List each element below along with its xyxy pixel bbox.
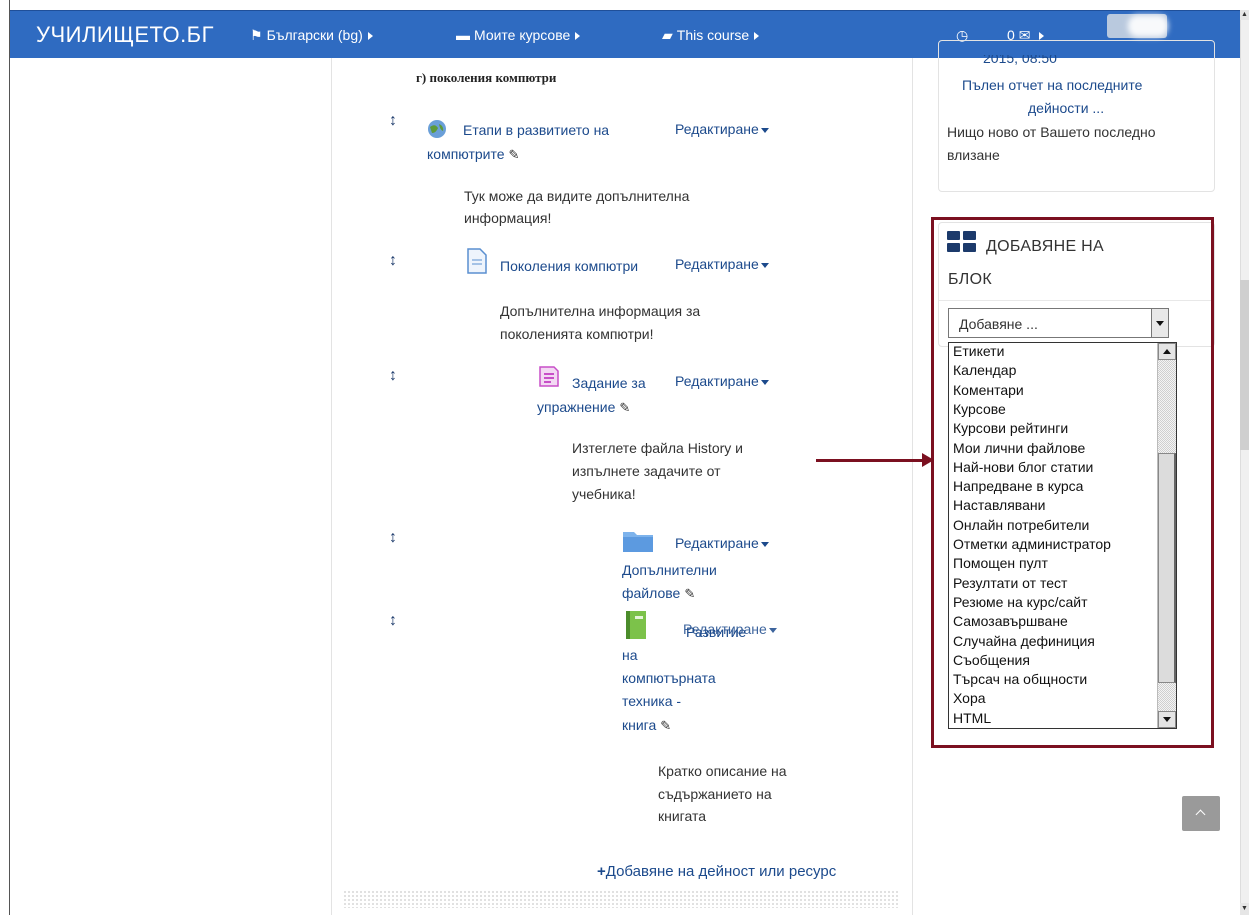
add-activity-link[interactable]: +Добавяне на дейност или ресурс <box>597 862 836 881</box>
my-courses-label: Моите курсове <box>474 27 571 43</box>
screen: УЧИЛИЩЕТО.БГ ⚑ Български (bg) ▬ Моите курс… <box>0 0 1249 915</box>
section-heading: г) поколения компютри <box>416 70 557 85</box>
caret-down-icon <box>768 627 777 633</box>
recent-date: 2015, 08:50 <box>983 55 1057 66</box>
briefcase-icon: ▬ <box>456 27 470 43</box>
this-course-label: This course <box>676 27 750 43</box>
window-scroll-down-button[interactable]: ▼ <box>1240 903 1249 915</box>
activity-4-title-text: файлове <box>622 585 681 601</box>
activity-3-desc-line2: изпълнете задачите от <box>572 463 721 479</box>
activity-3-desc-line3: учебника! <box>572 486 636 502</box>
activity-2-desc-line2: поколенията компютри! <box>500 326 654 342</box>
flag-icon: ⚑ <box>250 27 263 43</box>
username-blurred <box>1128 15 1168 37</box>
my-courses-menu[interactable]: ▬ Моите курсове <box>456 27 581 43</box>
activity-4-title-line1[interactable]: Допълнителни <box>622 561 717 580</box>
edit-menu-1[interactable]: Редактиране <box>675 121 769 137</box>
folder-icon <box>623 532 653 552</box>
activity-1-desc-line1: Тук може да видите допълнителна <box>464 188 690 204</box>
activity-5-desc-line3: книгата <box>658 808 706 824</box>
pencil-icon[interactable]: ✎ <box>684 584 695 603</box>
full-report-link-line1[interactable]: Пълен отчет на последните <box>962 76 1142 95</box>
activity-3-title-line2[interactable]: упражнение ✎ <box>537 398 630 417</box>
edit-menu-5[interactable]: Редактиране <box>683 621 777 637</box>
activity-2-title[interactable]: Поколения компютри <box>500 257 638 276</box>
activity-2-desc-line1: Допълнителна информация за <box>500 303 701 319</box>
activity-5-title-line4[interactable]: техника - <box>622 692 681 711</box>
edit-label: Редактиране <box>683 621 767 637</box>
pencil-icon[interactable]: ✎ <box>660 716 671 735</box>
globe-url-icon <box>428 120 446 138</box>
assignment-icon <box>539 366 559 387</box>
move-icon[interactable]: ↕ <box>389 112 397 130</box>
move-icon[interactable]: ↕ <box>389 367 397 385</box>
activity-1-desc-line2: информация! <box>464 210 552 226</box>
book-icon: ▰ <box>662 27 673 43</box>
annotation-highlight-box <box>931 217 1214 748</box>
book-icon <box>626 611 646 639</box>
language-label: Български (bg) <box>266 27 363 43</box>
language-menu[interactable]: ⚑ Български (bg) <box>250 27 373 44</box>
caret-down-icon <box>760 541 769 547</box>
move-icon[interactable]: ↕ <box>389 529 397 547</box>
caret-right-icon <box>367 32 373 41</box>
activity-5-desc-line1: Кратко описание на <box>658 763 787 779</box>
window-scrollbar-thumb[interactable] <box>1240 280 1249 450</box>
plus-icon: + <box>597 863 606 880</box>
window-scroll-up-button[interactable]: ▲ <box>1240 10 1249 20</box>
add-activity-label: Добавяне на дейност или ресурс <box>605 863 837 880</box>
activity-3-title-line1[interactable]: Задание за <box>572 374 646 393</box>
edit-label: Редактиране <box>675 256 759 272</box>
section-drag-bar <box>343 890 899 908</box>
activity-3-title-text: упражнение <box>537 399 616 415</box>
caret-down-icon <box>760 262 769 268</box>
left-window-edge <box>0 0 10 915</box>
edit-menu-4[interactable]: Редактиране <box>675 535 769 551</box>
this-course-menu[interactable]: ▰ This course <box>662 27 760 44</box>
site-brand[interactable]: УЧИЛИЩЕТО.БГ <box>36 22 214 48</box>
move-icon[interactable]: ↕ <box>389 612 397 630</box>
caret-right-icon <box>754 32 760 41</box>
activity-5-desc-line2: съдържанието на <box>658 786 772 802</box>
annotation-arrow-line <box>816 459 926 462</box>
activity-5-title-text: книга <box>622 717 657 733</box>
page-icon <box>467 248 487 274</box>
nothing-new-line1: Нищо ново от Вашето последно <box>947 124 1156 140</box>
activity-3-desc-line1: Изтеглете файла History и <box>572 440 743 456</box>
annotation-arrow-head <box>922 453 934 467</box>
edit-label: Редактиране <box>675 121 759 137</box>
activity-1-title-text: компютрите <box>427 146 505 162</box>
pencil-icon[interactable]: ✎ <box>619 398 630 417</box>
edit-label: Редактиране <box>675 535 759 551</box>
caret-down-icon <box>760 127 769 133</box>
nothing-new-line2: влизане <box>947 147 1000 163</box>
full-report-link-line2[interactable]: дейности ... <box>1028 99 1104 118</box>
activity-1-title-line1[interactable]: Етапи в развитието на <box>463 121 609 140</box>
activity-5-title-line3[interactable]: компютърната <box>622 669 716 688</box>
window-scrollbar[interactable] <box>1240 10 1249 915</box>
activity-4-title-line2[interactable]: файлове ✎ <box>622 584 695 603</box>
edit-label: Редактиране <box>675 373 759 389</box>
scroll-to-top-button[interactable] <box>1182 796 1220 831</box>
activity-1-title-line2[interactable]: компютрите ✎ <box>427 145 519 164</box>
move-icon[interactable]: ↕ <box>389 252 397 270</box>
caret-down-icon <box>760 379 769 385</box>
edit-menu-3[interactable]: Редактиране <box>675 373 769 389</box>
caret-right-icon <box>575 32 581 41</box>
activity-5-title-line2[interactable]: на <box>622 646 638 665</box>
activity-5-title-line5[interactable]: книга ✎ <box>622 716 671 735</box>
edit-menu-2[interactable]: Редактиране <box>675 256 769 272</box>
pencil-icon[interactable]: ✎ <box>509 145 520 164</box>
